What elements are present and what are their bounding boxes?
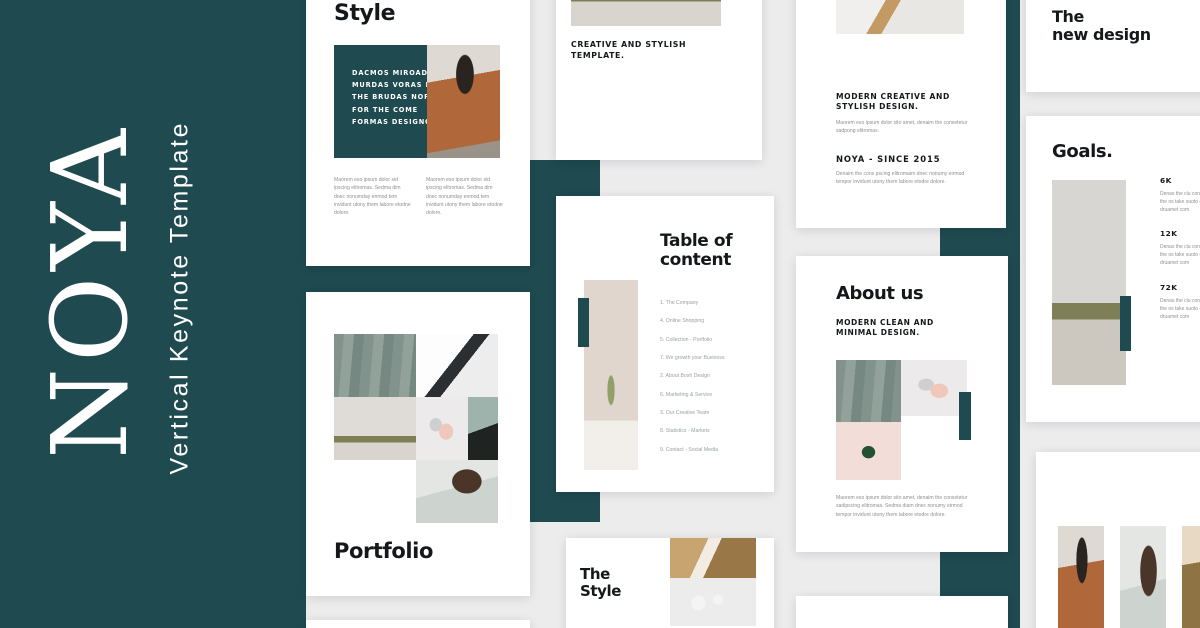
list-item[interactable]: 7. We growth your Business — [660, 354, 764, 363]
brand-subtitle: Vertical Keynote Template — [165, 120, 194, 475]
team-photo-2 — [1120, 526, 1166, 628]
slide-since-heading: NOYA - SINCE 2015 — [836, 154, 941, 164]
list-item[interactable]: 8. Statistics - Markets — [660, 427, 764, 436]
slide-style[interactable]: Style DACMOS MIROAD MURDAS VORAS IN THE … — [306, 0, 530, 266]
slide-goals-heading: Goals. — [1052, 141, 1113, 162]
stat-value: 12K — [1160, 229, 1178, 239]
style-banner-photo — [427, 45, 500, 158]
goals-stat-item: 12K Denas the clu consas dusa, set the o… — [1160, 229, 1200, 267]
team-photo-1 — [1058, 526, 1104, 628]
portfolio-photo-table — [334, 397, 416, 460]
toc-list: 1. The Company 4. Online Shopping 5. Col… — [660, 299, 764, 455]
portfolio-photo-bottles — [416, 397, 468, 460]
slide-about-next-partial[interactable] — [796, 596, 1008, 628]
team-photo-3 — [1182, 526, 1200, 628]
about-accent-bar — [959, 392, 971, 440]
goals-stat-list: 6K Denas the clu consas dusa, set the os… — [1160, 176, 1200, 321]
list-item[interactable]: 3. Our Creative Team — [660, 409, 764, 418]
slide-about-us[interactable]: About us MODERN CLEAN AND MINIMAL DESIGN… — [796, 256, 1008, 552]
slide-style-heading: Style — [334, 1, 396, 26]
showcase-canvas: NOYA Vertical Keynote Template Style DAC… — [0, 0, 1200, 628]
style-body-col-2: Maorem eso ipsum dolor sid ipscing elitr… — [426, 177, 503, 216]
goals-stat-item: 6K Denas the clu consas dusa, set the os… — [1160, 176, 1200, 214]
modern-creative-photo — [836, 0, 964, 34]
slide-about-heading: About us — [836, 283, 924, 304]
about-photo-cactus — [836, 422, 901, 480]
portfolio-photo-woman — [416, 460, 498, 523]
goals-photo — [1052, 180, 1126, 385]
slide-portfolio-heading: Portfolio — [334, 539, 434, 563]
list-item[interactable]: 6. Marketing & Service — [660, 391, 764, 400]
slide-team[interactable]: Team — [1036, 452, 1200, 628]
slide-portfolio[interactable]: Portfolio — [306, 292, 530, 596]
toc-accent-bar — [578, 298, 589, 347]
goals-stat-item: 72K Denas the clu consas dusa, set the o… — [1160, 283, 1200, 321]
since-body: Denaim the cons pscing elitromaim dnec n… — [836, 171, 965, 186]
the-style-photo-wood — [670, 538, 756, 578]
stat-value: 6K — [1160, 176, 1172, 185]
stat-body: Denas the clu consas dusa, set the os ta… — [1160, 244, 1200, 267]
stat-value: 72K — [1160, 282, 1178, 292]
slide-table-of-content[interactable]: Table of content 1. The Company 4. Onlin… — [556, 196, 774, 492]
portfolio-photo-stairs — [416, 334, 498, 397]
slide-next-partial[interactable] — [306, 620, 530, 628]
list-item[interactable]: 2. About Bosh Design — [660, 372, 764, 381]
portfolio-photo-clothes — [334, 334, 416, 397]
slide-modern-creative[interactable]: MODERN CREATIVE AND STYLISH DESIGN. Maor… — [796, 0, 1006, 228]
list-item[interactable]: 1. The Company — [660, 299, 764, 308]
modern-creative-body: Maorem eso ipsum dolor sito amet, denaim… — [836, 120, 968, 135]
about-body: Maorem eso ipsum dolor sito amet, denaim… — [836, 495, 968, 518]
the-style-photo-earbuds — [670, 578, 756, 626]
slide-about-subtitle: MODERN CLEAN AND MINIMAL DESIGN. — [836, 318, 934, 338]
slide-goals[interactable]: Goals. 6K Denas the clu consas dusa, set… — [1026, 116, 1200, 422]
stat-body: Denas the clu consas dusa, set the os ta… — [1160, 190, 1200, 214]
about-photo-bottles — [901, 360, 967, 416]
slide-the-style[interactable]: The Style — [566, 538, 774, 628]
about-photo-clothes — [836, 360, 901, 422]
slide-creative-subtitle: CREATIVE AND STYLISH TEMPLATE. — [571, 40, 687, 60]
slide-modern-creative-subtitle: MODERN CREATIVE AND STYLISH DESIGN. — [836, 92, 950, 112]
list-item[interactable]: 4. Online Shopping — [660, 317, 764, 326]
slide-creative[interactable]: CREATIVE AND STYLISH TEMPLATE. — [556, 0, 762, 160]
toc-photo — [584, 280, 638, 470]
portfolio-photo-fabric — [468, 397, 498, 460]
slide-the-style-heading: The Style — [580, 565, 622, 600]
slide-new-design-heading: The new design — [1052, 7, 1151, 44]
slide-toc-heading: Table of content — [660, 231, 733, 271]
brand-title: NOYA — [29, 123, 151, 459]
style-body-col-1: Maorem eso ipsum dolor sid ipscing elitr… — [334, 177, 411, 216]
list-item[interactable]: 5. Collection - Portfolio — [660, 336, 764, 345]
goals-accent-bar — [1120, 296, 1131, 351]
stat-body: Denas the clu consas dusa, set the os ta… — [1160, 297, 1200, 320]
list-item[interactable]: 9. Contact - Social Media — [660, 446, 764, 455]
slide-new-design[interactable]: The new design — [1026, 0, 1200, 92]
creative-photo — [571, 0, 721, 26]
